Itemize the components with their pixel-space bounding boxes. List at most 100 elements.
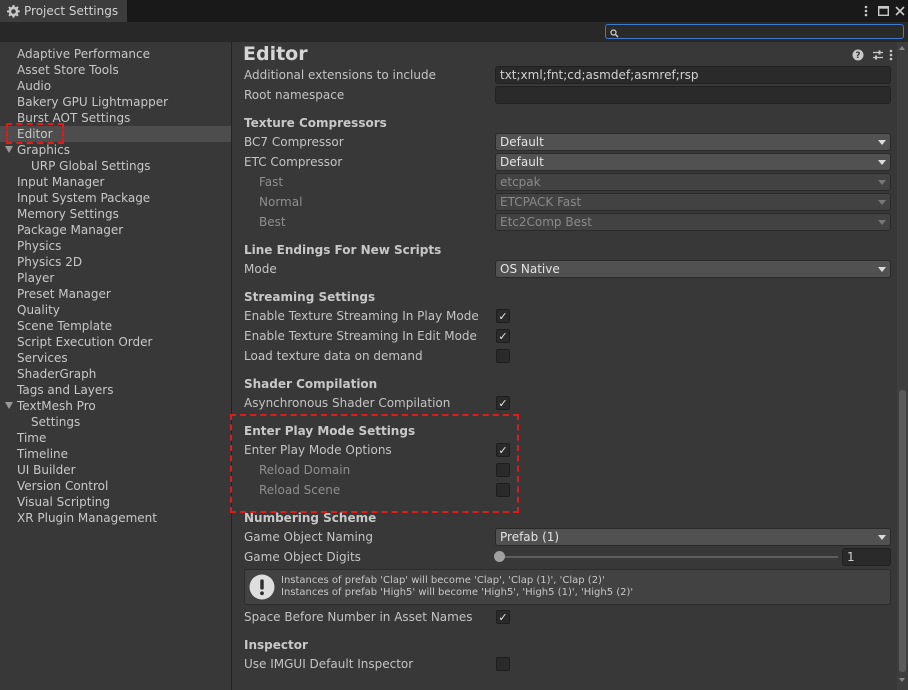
sidebar-item-label: Version Control <box>17 479 109 493</box>
sidebar-item-player[interactable]: Player <box>0 270 231 286</box>
sidebar-item-editor[interactable]: Editor <box>0 126 231 142</box>
help-icon[interactable]: ? <box>852 49 864 61</box>
chevron-down-icon <box>878 160 886 165</box>
vertical-scrollbar[interactable] <box>897 42 908 690</box>
sidebar-item-time[interactable]: Time <box>0 430 231 446</box>
search-input[interactable] <box>605 24 904 39</box>
sidebar-item-ui-builder[interactable]: UI Builder <box>0 462 231 478</box>
dropdown-value: Etc2Comp Best <box>500 215 592 229</box>
sidebar-item-label: Input System Package <box>17 191 151 205</box>
sidebar-item-label: Memory Settings <box>17 207 119 221</box>
reload-domain-checkbox[interactable] <box>496 463 510 477</box>
sidebar-item-graphics[interactable]: Graphics <box>0 142 231 158</box>
sidebar-item-preset-manager[interactable]: Preset Manager <box>0 286 231 302</box>
sidebar-item-urp-global-settings[interactable]: URP Global Settings <box>0 158 231 174</box>
sidebar-item-textmesh-pro-settings[interactable]: Settings <box>0 414 231 430</box>
imgui-inspector-checkbox[interactable] <box>496 657 510 671</box>
sidebar-item-memory-settings[interactable]: Memory Settings <box>0 206 231 222</box>
texture-streaming-edit-checkbox[interactable]: ✓ <box>496 329 510 343</box>
root-namespace-field[interactable] <box>495 86 891 104</box>
digits-slider-track[interactable] <box>499 556 838 558</box>
sidebar-item-visual-scripting[interactable]: Visual Scripting <box>0 494 231 510</box>
line-endings-mode-dropdown[interactable]: OS Native <box>495 260 891 278</box>
sidebar-item-label: Visual Scripting <box>17 495 110 509</box>
window-tab[interactable]: Project Settings <box>0 0 127 22</box>
async-shader-checkbox[interactable]: ✓ <box>496 396 510 410</box>
chevron-down-icon <box>878 267 886 272</box>
sidebar-item-burst-aot-settings[interactable]: Burst AOT Settings <box>0 110 231 126</box>
sidebar-item-label: UI Builder <box>17 463 76 477</box>
additional-extensions-field[interactable]: txt;xml;fnt;cd;asmdef;asmref;rsp <box>495 66 891 84</box>
help-line: Instances of prefab 'High5' will become … <box>281 587 634 598</box>
sidebar-item-input-manager[interactable]: Input Manager <box>0 174 231 190</box>
sidebar-item-label: Burst AOT Settings <box>17 111 131 125</box>
sidebar-item-label: TextMesh Pro <box>17 399 96 413</box>
svg-text:?: ? <box>855 51 860 61</box>
sidebar-item-label: ShaderGraph <box>17 367 97 381</box>
load-on-demand-checkbox[interactable] <box>496 349 510 363</box>
sidebar-item-physics-2d[interactable]: Physics 2D <box>0 254 231 270</box>
dropdown-value: Default <box>500 155 544 169</box>
sidebar-item-label: Player <box>17 271 55 285</box>
expand-arrow-icon[interactable] <box>5 402 13 409</box>
sidebar-item-script-execution-order[interactable]: Script Execution Order <box>0 334 231 350</box>
info-exclamation-icon <box>248 573 276 601</box>
naming-help-box: Instances of prefab 'Clap' will become '… <box>244 569 891 605</box>
sidebar-item-scene-template[interactable]: Scene Template <box>0 318 231 334</box>
fast-label: Fast <box>259 175 284 189</box>
sidebar-item-label: Graphics <box>17 143 70 157</box>
sidebar-item-textmesh-pro[interactable]: TextMesh Pro <box>0 398 231 414</box>
window-controls <box>857 0 908 22</box>
sidebar-item-timeline[interactable]: Timeline <box>0 446 231 462</box>
scroll-down-icon[interactable] <box>899 678 905 682</box>
chevron-down-icon <box>878 220 886 225</box>
imgui-inspector-label: Use IMGUI Default Inspector <box>244 657 414 671</box>
more-options-icon[interactable] <box>858 3 874 19</box>
game-object-naming-dropdown[interactable]: Prefab (1) <box>495 528 891 546</box>
texture-streaming-play-label: Enable Texture Streaming In Play Mode <box>244 309 479 323</box>
sidebar-item-services[interactable]: Services <box>0 350 231 366</box>
sidebar-item-audio[interactable]: Audio <box>0 78 231 94</box>
bc7-compressor-dropdown[interactable]: Default <box>495 133 891 151</box>
settings-panel: Editor ? Additional extensions to includ… <box>230 42 908 690</box>
toolbar <box>0 22 908 42</box>
sidebar-item-quality[interactable]: Quality <box>0 302 231 318</box>
scrollbar-thumb[interactable] <box>899 390 906 672</box>
sidebar-item-version-control[interactable]: Version Control <box>0 478 231 494</box>
digits-slider-handle[interactable] <box>494 551 505 562</box>
mode-label: Mode <box>244 262 277 276</box>
sidebar-item-bakery-gpu-lightmapper[interactable]: Bakery GPU Lightmapper <box>0 94 231 110</box>
sidebar-item-label: Time <box>17 431 47 445</box>
sidebar-item-physics[interactable]: Physics <box>0 238 231 254</box>
sidebar-item-tags-and-layers[interactable]: Tags and Layers <box>0 382 231 398</box>
dropdown-value: Default <box>500 135 544 149</box>
bc7-compressor-label: BC7 Compressor <box>244 135 344 149</box>
enter-play-mode-options-checkbox[interactable]: ✓ <box>496 443 510 457</box>
etc-compressor-dropdown[interactable]: Default <box>495 153 891 171</box>
shader-compilation-header: Shader Compilation <box>244 377 378 391</box>
title-bar: Project Settings <box>0 0 908 22</box>
sidebar-item-label: Package Manager <box>17 223 124 237</box>
sidebar-item-xr-plugin-management[interactable]: XR Plugin Management <box>0 510 231 526</box>
texture-streaming-play-checkbox[interactable]: ✓ <box>496 309 510 323</box>
sidebar-item-label: Settings <box>31 415 81 429</box>
game-object-digits-field[interactable]: 1 <box>842 548 891 566</box>
texture-streaming-edit-label: Enable Texture Streaming In Edit Mode <box>244 329 477 343</box>
space-before-number-checkbox[interactable]: ✓ <box>496 610 510 624</box>
help-line: Instances of prefab 'Clap' will become '… <box>281 575 605 586</box>
reload-scene-checkbox[interactable] <box>496 483 510 497</box>
preset-sliders-icon[interactable] <box>872 49 884 61</box>
sidebar-item-asset-store-tools[interactable]: Asset Store Tools <box>0 62 231 78</box>
texture-compressors-header: Texture Compressors <box>244 116 387 130</box>
maximize-icon[interactable] <box>875 3 891 19</box>
chevron-down-icon <box>878 140 886 145</box>
sidebar-item-input-system-package[interactable]: Input System Package <box>0 190 231 206</box>
sidebar-item-shadergraph[interactable]: ShaderGraph <box>0 366 231 382</box>
scroll-up-icon[interactable] <box>899 46 905 50</box>
sidebar-item-package-manager[interactable]: Package Manager <box>0 222 231 238</box>
gear-icon <box>6 4 20 18</box>
close-icon[interactable] <box>892 3 908 19</box>
expand-arrow-icon[interactable] <box>5 146 13 153</box>
sidebar-item-adaptive-performance[interactable]: Adaptive Performance <box>0 46 231 62</box>
dropdown-value: OS Native <box>500 262 560 276</box>
